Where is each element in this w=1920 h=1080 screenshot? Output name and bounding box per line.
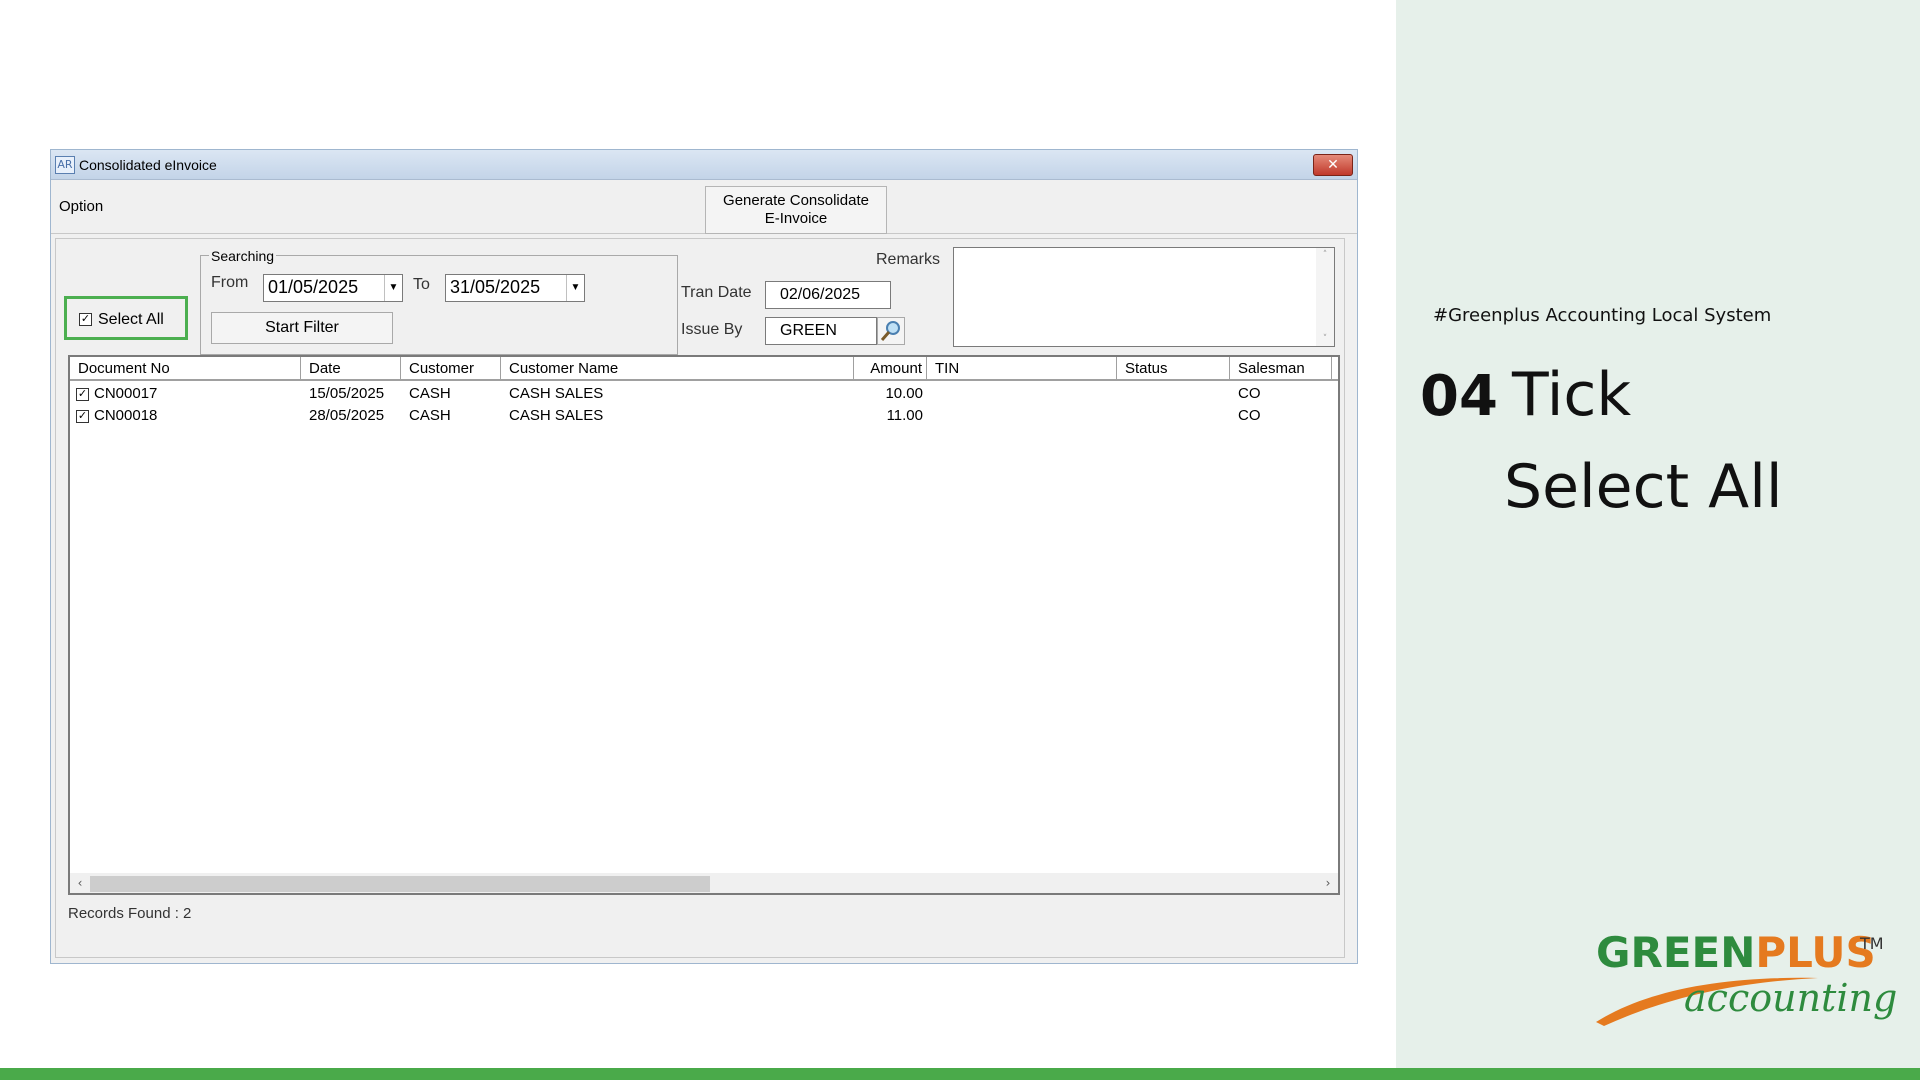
instruction-panel [1396,0,1920,1068]
remarks-textarea[interactable]: ˄ ˅ [953,247,1335,347]
title-bar: AR Consolidated eInvoice ✕ [51,150,1357,180]
to-date-value: 31/05/2025 [450,277,541,297]
remarks-label: Remarks [876,251,941,268]
cell-customer: CASH [409,407,451,424]
cell-customer-name: CASH SALES [509,407,604,424]
logo-plus-part: PLUS [1755,928,1876,977]
cell-document-no: CN00018 [94,407,158,424]
cell-customer: CASH [409,385,451,402]
to-label: To [413,276,430,293]
table-row[interactable]: ✓ CN00017 15/05/2025 CASH CASH SALES 10.… [70,383,1338,405]
step-instruction: Select All [1504,452,1783,522]
generate-label-line2: E-Invoice [764,210,828,227]
slide: AR Consolidated eInvoice ✕ Option Genera… [0,0,1920,1080]
column-header-salesman[interactable]: Salesman [1230,357,1332,381]
tran-date-label: Tran Date [681,284,752,301]
column-header-customer[interactable]: Customer [401,357,501,381]
column-header-amount[interactable]: Amount [854,357,927,381]
chevron-right-icon[interactable]: › [1320,873,1336,893]
step-word: Tick [1511,360,1632,430]
step-number: 04 [1420,364,1498,429]
step-heading: 04 Tick [1420,360,1631,430]
row-checkbox[interactable]: ✓ [76,383,91,405]
select-all-label: Select All [98,311,164,328]
searching-legend: Searching [209,248,277,264]
select-all-highlight: ✓ Select All [64,296,188,340]
cell-amount: 10.00 [885,385,923,402]
from-date-picker[interactable]: 01/05/2025 ▼ [263,274,403,302]
column-header-tin[interactable]: TIN [927,357,1117,381]
chevron-down-icon[interactable]: ▼ [384,275,402,301]
row-checkbox[interactable]: ✓ [76,405,91,427]
menu-bar: Option Generate Consolidate E-Invoice [51,180,1357,234]
chevron-up-icon[interactable]: ˄ [1316,250,1334,260]
generate-label-line1: Generate Consolidate [723,192,869,209]
start-filter-button[interactable]: Start Filter [211,312,393,344]
documents-grid: Document No Date Customer Customer Name … [68,355,1340,895]
cell-amount: 11.00 [886,407,923,424]
issue-by-label: Issue By [681,321,743,338]
scrollbar-thumb[interactable] [90,876,710,892]
cell-salesman: CO [1238,407,1261,424]
cell-date: 28/05/2025 [309,407,385,424]
chevron-down-icon[interactable]: ˅ [1316,334,1334,344]
horizontal-scrollbar[interactable]: ‹ › [70,873,1338,893]
from-label: From [211,274,249,291]
menu-option[interactable]: Option [59,198,103,215]
check-icon[interactable]: ✓ [76,409,89,423]
tran-date-field[interactable]: 02/06/2025 [765,281,891,309]
cell-salesman: CO [1238,385,1261,402]
to-date-picker[interactable]: 31/05/2025 ▼ [445,274,585,302]
window-title: Consolidated eInvoice [79,157,217,173]
remarks-scrollbar[interactable]: ˄ ˅ [1316,248,1334,346]
cell-document-no: CN00017 [94,385,158,402]
logo-wordmark: GREENPLUS [1596,928,1876,977]
column-header-customer-name[interactable]: Customer Name [501,357,854,381]
logo-tagline: accounting [1684,976,1898,1020]
issue-by-search-button[interactable] [877,317,905,345]
issue-by-field[interactable]: GREEN [765,317,877,345]
hashtag-caption: #Greenplus Accounting Local System [1433,305,1772,326]
cell-customer-name: CASH SALES [509,385,604,402]
select-all-checkbox[interactable]: ✓ Select All [79,311,164,329]
select-all-check-icon[interactable]: ✓ [79,313,92,327]
greenplus-logo: GREENPLUS TM accounting [1590,928,1897,1028]
table-row[interactable]: ✓ CN00018 28/05/2025 CASH CASH SALES 11.… [70,405,1338,427]
generate-consolidate-einvoice-button[interactable]: Generate Consolidate E-Invoice [705,186,887,234]
searching-group: Searching From 01/05/2025 ▼ To 31/05/202… [200,248,678,355]
main-panel: ✓ Select All Searching From 01/05/2025 ▼ … [55,238,1345,958]
records-found: Records Found : 2 [68,905,192,922]
from-date-value: 01/05/2025 [268,277,359,297]
check-icon[interactable]: ✓ [76,387,89,401]
column-header-document-no[interactable]: Document No [70,357,301,381]
close-button[interactable]: ✕ [1313,154,1353,176]
grid-header: Document No Date Customer Customer Name … [70,357,1338,381]
consolidated-einvoice-window: AR Consolidated eInvoice ✕ Option Genera… [50,149,1358,964]
column-header-status[interactable]: Status [1117,357,1230,381]
search-icon[interactable] [878,318,904,344]
chevron-down-icon[interactable]: ▼ [566,275,584,301]
logo-trademark: TM [1860,934,1884,953]
app-icon: AR [55,156,75,174]
bottom-accent-bar [0,1068,1920,1080]
cell-date: 15/05/2025 [309,385,385,402]
column-header-date[interactable]: Date [301,357,401,381]
chevron-left-icon[interactable]: ‹ [72,873,88,893]
logo-green-part: GREEN [1596,928,1756,977]
